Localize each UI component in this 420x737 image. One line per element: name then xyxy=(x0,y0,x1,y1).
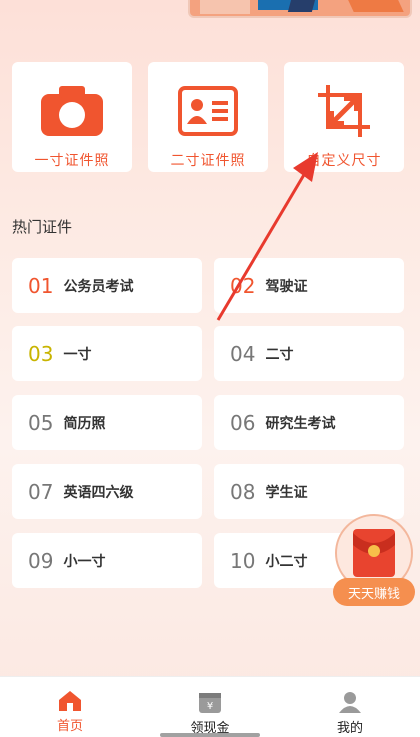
item-label: 公务员考试 xyxy=(63,278,134,295)
item-label: 简历照 xyxy=(63,415,106,432)
item-number: 09 xyxy=(28,548,54,573)
tab-cash[interactable]: ¥ 领现金 xyxy=(140,677,280,737)
feature-custom-size[interactable]: 自定义尺寸 xyxy=(284,62,404,172)
feature-label: 自定义尺寸 xyxy=(306,153,382,169)
list-item[interactable]: 06 研究生考试 xyxy=(214,395,404,450)
item-number: 07 xyxy=(28,479,54,504)
feature-two-inch[interactable]: 二寸证件照 xyxy=(148,62,268,172)
item-label: 英语四六级 xyxy=(63,484,134,501)
camera-icon xyxy=(41,84,103,138)
earn-money-label: 天天赚钱 xyxy=(333,578,415,606)
earn-money-button[interactable]: 天天赚钱 xyxy=(333,514,415,606)
item-label: 驾驶证 xyxy=(265,278,308,295)
feature-row: 一寸证件照 二寸证件照 自定义尺寸 xyxy=(12,62,408,172)
item-number: 06 xyxy=(230,410,256,435)
item-number: 01 xyxy=(28,273,54,298)
tab-label: 首页 xyxy=(56,719,83,734)
tab-label: 我的 xyxy=(336,721,363,736)
tab-home[interactable]: 首页 xyxy=(0,677,140,737)
list-item[interactable]: 05 简历照 xyxy=(12,395,202,450)
item-label: 研究生考试 xyxy=(265,415,336,432)
svg-text:¥: ¥ xyxy=(207,701,213,712)
home-indicator xyxy=(160,733,260,737)
section-title: 热门证件 xyxy=(12,218,73,236)
user-icon xyxy=(339,692,361,713)
crop-resize-icon xyxy=(313,84,375,138)
list-item[interactable]: 09 小一寸 xyxy=(12,533,202,588)
tab-me[interactable]: 我的 xyxy=(280,677,420,737)
item-number: 04 xyxy=(230,341,256,366)
feature-label: 二寸证件照 xyxy=(170,153,246,169)
item-label: 小一寸 xyxy=(63,553,106,570)
item-number: 08 xyxy=(230,479,256,504)
list-item[interactable]: 02 驾驶证 xyxy=(214,258,404,313)
item-number: 02 xyxy=(230,273,256,298)
cash-icon: ¥ xyxy=(199,693,221,713)
feature-one-inch[interactable]: 一寸证件照 xyxy=(12,62,132,172)
item-label: 小二寸 xyxy=(265,553,308,570)
item-label: 二寸 xyxy=(265,346,294,363)
item-label: 一寸 xyxy=(63,346,92,363)
item-number: 10 xyxy=(230,548,256,573)
list-item[interactable]: 01 公务员考试 xyxy=(12,258,202,313)
item-label: 学生证 xyxy=(265,484,308,501)
top-banner[interactable] xyxy=(188,0,412,18)
feature-label: 一寸证件照 xyxy=(34,153,110,169)
list-item[interactable]: 03 一寸 xyxy=(12,326,202,381)
list-item[interactable]: 04 二寸 xyxy=(214,326,404,381)
list-item[interactable]: 08 学生证 xyxy=(214,464,404,519)
item-number: 05 xyxy=(28,410,54,435)
home-icon xyxy=(59,691,81,711)
list-item[interactable]: 07 英语四六级 xyxy=(12,464,202,519)
id-card-icon xyxy=(177,84,239,138)
item-number: 03 xyxy=(28,341,54,366)
bottom-tab-bar: 首页 ¥ 领现金 我的 xyxy=(0,676,420,737)
